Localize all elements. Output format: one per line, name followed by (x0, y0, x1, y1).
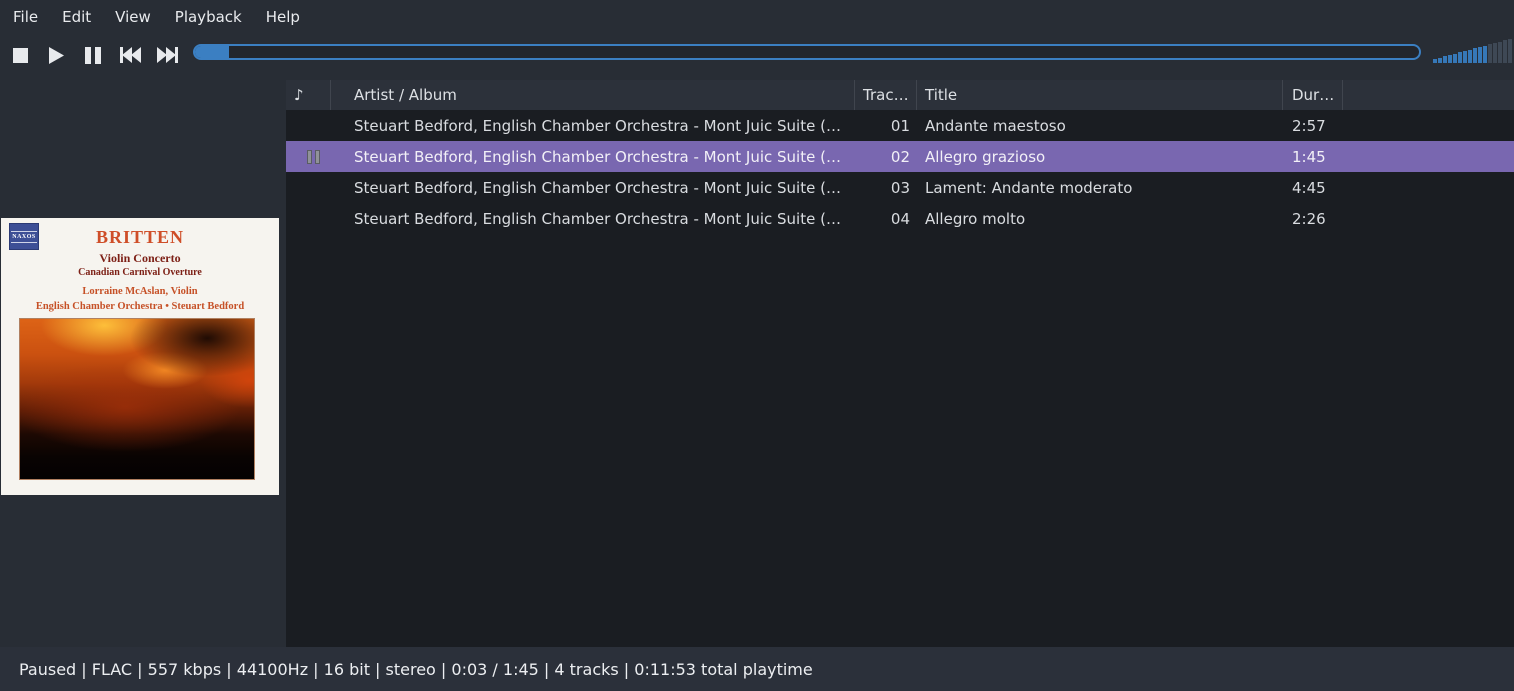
cover-work-title: Violin Concerto (1, 251, 279, 266)
cell-indicator (286, 150, 331, 164)
naxos-logo: NAXOS (9, 223, 39, 250)
seekbar[interactable] (193, 44, 1421, 60)
column-title[interactable]: Title (917, 80, 1283, 110)
paused-track-icon (307, 150, 320, 164)
cell-title: Lament: Andante moderato (917, 179, 1283, 197)
column-track[interactable]: Trac… (855, 80, 917, 110)
menu-file[interactable]: File (1, 2, 50, 32)
menubar: File Edit View Playback Help (0, 0, 1514, 33)
menu-edit[interactable]: Edit (50, 2, 103, 32)
play-button[interactable] (42, 43, 70, 67)
cell-artist-album: Steuart Bedford, English Chamber Orchest… (331, 179, 855, 197)
cell-title: Allegro grazioso (917, 148, 1283, 166)
seekbar-fill (195, 46, 229, 58)
next-button[interactable] (153, 43, 181, 67)
status-text: Paused | FLAC | 557 kbps | 44100Hz | 16 … (19, 660, 813, 679)
cover-work-subtitle: Canadian Carnival Overture (1, 267, 279, 278)
column-playing-indicator[interactable]: ♪ (286, 80, 331, 110)
menu-playback[interactable]: Playback (163, 2, 254, 32)
status-bar: Paused | FLAC | 557 kbps | 44100Hz | 16 … (0, 647, 1514, 691)
cover-sunset-photo (19, 318, 255, 480)
cell-duration: 2:26 (1283, 210, 1343, 228)
column-duration[interactable]: Dur… (1283, 80, 1343, 110)
volume-control[interactable] (1433, 38, 1512, 63)
cell-track: 01 (855, 117, 917, 135)
menu-view[interactable]: View (103, 2, 163, 32)
toolbar (0, 33, 1514, 75)
cell-track: 03 (855, 179, 917, 197)
cell-track: 04 (855, 210, 917, 228)
cover-composer: BRITTEN (1, 218, 279, 248)
table-row[interactable]: Steuart Bedford, English Chamber Orchest… (286, 110, 1514, 141)
cell-artist-album: Steuart Bedford, English Chamber Orchest… (331, 117, 855, 135)
cover-soloist: Lorraine McAslan, Violin (1, 286, 279, 297)
album-art-panel: NAXOS BRITTEN Violin Concerto Canadian C… (0, 75, 286, 647)
album-cover: NAXOS BRITTEN Violin Concerto Canadian C… (1, 218, 279, 495)
music-note-icon: ♪ (294, 86, 304, 104)
cell-duration: 2:57 (1283, 117, 1343, 135)
cell-duration: 1:45 (1283, 148, 1343, 166)
table-row[interactable]: Steuart Bedford, English Chamber Orchest… (286, 203, 1514, 234)
cell-track: 02 (855, 148, 917, 166)
naxos-logo-label: NAXOS (11, 231, 37, 243)
column-artist-album[interactable]: Artist / Album (331, 80, 855, 110)
play-icon (49, 47, 64, 64)
previous-button[interactable] (116, 43, 144, 67)
playlist-body: Steuart Bedford, English Chamber Orchest… (286, 110, 1514, 647)
cell-title: Allegro molto (917, 210, 1283, 228)
menu-help[interactable]: Help (254, 2, 312, 32)
cell-title: Andante maestoso (917, 117, 1283, 135)
column-empty (1343, 80, 1514, 110)
cell-artist-album: Steuart Bedford, English Chamber Orchest… (331, 210, 855, 228)
stop-icon (13, 48, 28, 63)
next-track-icon (157, 47, 178, 63)
previous-track-icon (120, 47, 141, 63)
stop-button[interactable] (6, 43, 34, 67)
pause-icon (85, 47, 101, 64)
playlist: ♪ Artist / Album Trac… Title Dur… Steuar… (286, 75, 1514, 647)
pause-button[interactable] (79, 43, 107, 67)
playlist-header: ♪ Artist / Album Trac… Title Dur… (286, 80, 1514, 110)
table-row[interactable]: Steuart Bedford, English Chamber Orchest… (286, 172, 1514, 203)
content-area: NAXOS BRITTEN Violin Concerto Canadian C… (0, 75, 1514, 647)
cell-duration: 4:45 (1283, 179, 1343, 197)
table-row-selected[interactable]: Steuart Bedford, English Chamber Orchest… (286, 141, 1514, 172)
cover-orchestra: English Chamber Orchestra • Steuart Bedf… (1, 301, 279, 312)
cell-artist-album: Steuart Bedford, English Chamber Orchest… (331, 148, 855, 166)
